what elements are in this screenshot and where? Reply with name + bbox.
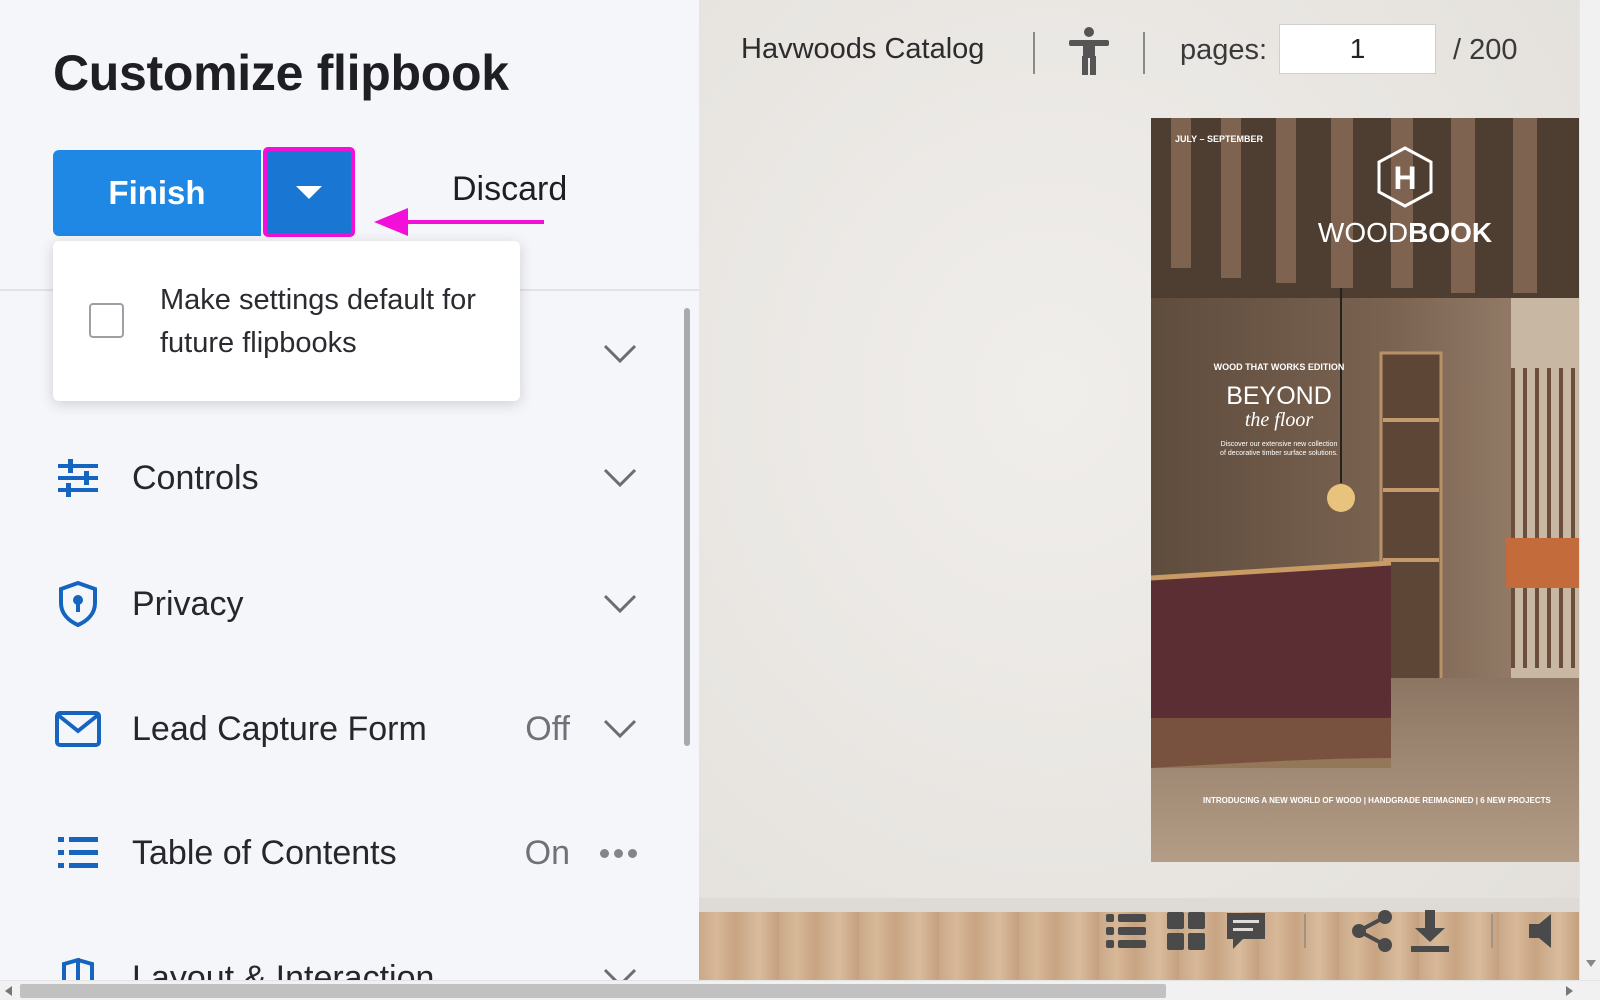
settings-row-table-of-contents[interactable]: Table of Contents On	[0, 813, 660, 893]
cover-blurb-line2: of decorative timber surface solutions.	[1220, 450, 1338, 457]
pages-label: pages:	[1180, 34, 1268, 66]
status-text: Off	[525, 709, 570, 748]
cover-edition: WOOD THAT WORKS EDITION	[1214, 362, 1345, 372]
status-text: On	[524, 833, 570, 872]
finish-options-popover: Make settings default for future flipboo…	[53, 241, 520, 401]
cover-blurb-line1: Discover our extensive new collection	[1221, 441, 1338, 448]
toc-list-icon[interactable]	[1103, 908, 1149, 954]
settings-row-label: Table of Contents	[132, 833, 397, 872]
download-icon[interactable]	[1407, 908, 1453, 954]
horizontal-scrollbar[interactable]	[0, 980, 1600, 1000]
total-pages: / 200	[1453, 34, 1518, 66]
envelope-icon	[55, 706, 101, 752]
flipbook-preview: Havwoods Catalog pages: / 200	[699, 0, 1579, 980]
flipbook-cover-page[interactable]: JULY – SEPTEMBER H WOODBOOK WOOD THAT WO…	[1151, 118, 1579, 862]
settings-row-label: Lead Capture Form	[132, 709, 427, 748]
page-title: Customize flipbook	[53, 45, 509, 101]
horizontal-scroll-thumb[interactable]	[20, 984, 1166, 998]
thumbnails-grid-icon[interactable]	[1163, 908, 1209, 954]
scroll-left-arrow-icon[interactable]	[5, 986, 12, 996]
chevron-down-icon	[603, 968, 637, 980]
make-default-checkbox[interactable]	[89, 303, 124, 338]
chevron-down-icon	[603, 594, 637, 614]
cover-logo-letter: H	[1393, 160, 1416, 196]
chevron-down-icon	[603, 468, 637, 488]
cover-brand: WOODBOOK	[1318, 217, 1492, 248]
settings-row-controls[interactable]: Controls	[0, 438, 660, 518]
cover-brand-bold: BOOK	[1408, 217, 1492, 248]
cover-subheadline: the floor	[1245, 409, 1314, 431]
discard-button[interactable]: Discard	[452, 170, 567, 209]
settings-row-label: Privacy	[132, 584, 244, 623]
divider	[1033, 32, 1035, 74]
share-icon[interactable]	[1349, 908, 1395, 954]
panel-scrollbar[interactable]	[684, 308, 690, 746]
settings-row-privacy[interactable]: Privacy	[0, 564, 660, 644]
catalog-title: Havwoods Catalog	[741, 33, 985, 65]
page-number-input[interactable]	[1279, 24, 1436, 74]
finish-options-dropdown-button[interactable]	[263, 147, 355, 237]
shield-lock-icon	[55, 581, 101, 627]
comments-icon[interactable]	[1223, 908, 1269, 954]
viewer-toolbar	[699, 900, 1579, 960]
settings-row-label: Layout & Interaction	[132, 958, 435, 981]
sound-icon[interactable]	[1525, 908, 1571, 954]
chevron-down-icon	[603, 719, 637, 739]
settings-row-lead-capture-form[interactable]: Lead Capture Form Off	[0, 689, 660, 769]
annotation-arrow-icon	[374, 208, 544, 236]
more-icon[interactable]	[600, 847, 640, 859]
divider	[1304, 914, 1306, 948]
cover-brand-light: WOOD	[1318, 217, 1408, 248]
settings-row-layout-interaction[interactable]: Layout & Interaction	[0, 938, 660, 980]
sliders-icon	[55, 455, 101, 501]
cover-headline: BEYOND	[1226, 382, 1332, 410]
make-default-label[interactable]: Make settings default for future flipboo…	[160, 279, 490, 365]
accessibility-icon[interactable]	[1067, 26, 1111, 76]
list-icon	[55, 830, 101, 876]
cover-date-range: JULY – SEPTEMBER	[1175, 134, 1264, 144]
finish-button[interactable]: Finish	[53, 150, 261, 236]
chevron-down-icon	[603, 344, 637, 364]
scroll-down-arrow-icon[interactable]	[1586, 960, 1596, 967]
vertical-scrollbar[interactable]	[1579, 0, 1600, 980]
settings-row-label: Controls	[132, 458, 259, 497]
book-icon	[55, 955, 101, 980]
viewer-header: Havwoods Catalog pages: / 200	[699, 0, 1579, 100]
caret-down-icon	[296, 185, 322, 199]
divider	[1143, 32, 1145, 74]
customize-panel: Customize flipbook Finish Discard Contro…	[0, 0, 699, 980]
cover-footer: INTRODUCING A NEW WORLD OF WOOD | HANDGR…	[1203, 796, 1552, 805]
divider	[1491, 914, 1493, 948]
scroll-right-arrow-icon[interactable]	[1566, 986, 1573, 996]
